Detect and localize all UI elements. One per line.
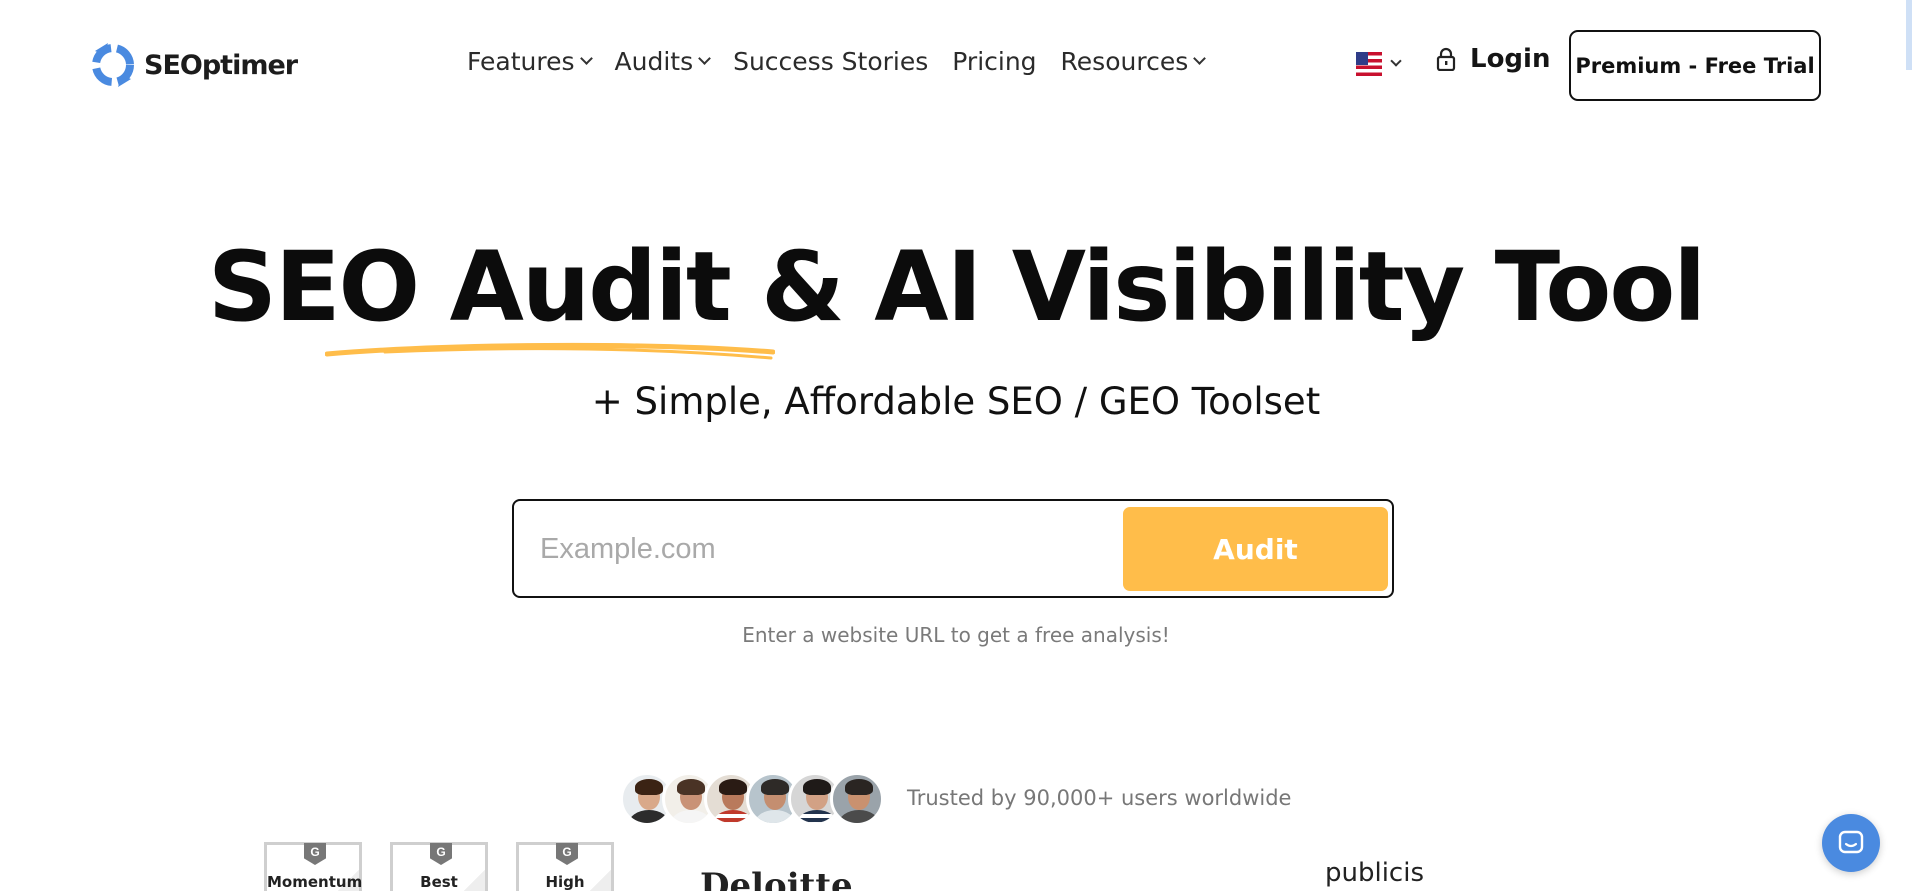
- hero-title: SEO Audit & AI Visibility Tool: [207, 231, 1706, 343]
- nav-features[interactable]: Features: [467, 47, 593, 76]
- nav-resources-label: Resources: [1060, 47, 1189, 76]
- trusted-users-text: Trusted by 90,000+ users worldwide: [907, 786, 1292, 810]
- client-logo-deloitte: Deloitte: [700, 866, 853, 891]
- chevron-down-icon: [698, 52, 711, 65]
- avatar: [830, 772, 884, 826]
- g2-badge-best: G Best: [390, 842, 488, 891]
- login-label: Login: [1470, 44, 1551, 74]
- top-navigation: SEOptimer Features Audits Success Storie…: [0, 0, 1912, 130]
- nav-resources[interactable]: Resources: [1060, 47, 1207, 76]
- gear-logo-icon: [92, 43, 134, 87]
- badge-label: High: [545, 873, 585, 891]
- premium-free-trial-button[interactable]: Premium - Free Trial: [1569, 30, 1821, 101]
- g2-icon: G: [304, 843, 326, 865]
- login-link[interactable]: Login: [1436, 44, 1550, 74]
- nav-features-label: Features: [467, 47, 575, 76]
- g2-badge-high: G High: [516, 842, 614, 891]
- g2-icon: G: [556, 843, 578, 865]
- chat-icon: [1838, 830, 1864, 854]
- badge-label: Best: [420, 873, 458, 891]
- scrollbar-edge: [1906, 0, 1912, 70]
- client-logos: Deloitte publicis: [700, 858, 1680, 891]
- nav-audits[interactable]: Audits: [614, 47, 711, 76]
- chevron-down-icon: [579, 52, 593, 65]
- seoptimer-logo[interactable]: SEOptimer: [86, 37, 298, 93]
- us-flag-icon: [1356, 52, 1382, 76]
- language-selector[interactable]: [1356, 52, 1402, 76]
- g2-icon: G: [430, 843, 452, 865]
- brand-name: SEOptimer: [144, 49, 298, 81]
- client-logo-publicis: publicis: [1325, 858, 1424, 888]
- nav-pricing-label: Pricing: [952, 47, 1037, 76]
- lock-icon: [1436, 47, 1456, 71]
- title-underline-decoration: [325, 342, 775, 360]
- nav-success-stories-label: Success Stories: [733, 47, 929, 76]
- chevron-down-icon: [1193, 52, 1207, 65]
- g2-badge-momentum: G Momentum: [264, 842, 362, 891]
- user-avatars: [620, 772, 890, 826]
- hero-subtitle: + Simple, Affordable SEO / GEO Toolset: [591, 380, 1321, 423]
- nav-pricing[interactable]: Pricing: [952, 47, 1036, 76]
- audit-search-form: Audit: [512, 499, 1394, 598]
- chat-launcher-button[interactable]: [1822, 814, 1880, 872]
- badge-label: Momentum: [267, 873, 363, 891]
- search-hint: Enter a website URL to get a free analys…: [742, 623, 1170, 647]
- chevron-down-icon: [1390, 55, 1402, 67]
- nav-success-stories[interactable]: Success Stories: [733, 47, 928, 76]
- nav-audits-label: Audits: [614, 47, 694, 76]
- audit-button[interactable]: Audit: [1123, 507, 1388, 591]
- website-url-input[interactable]: [540, 523, 1100, 575]
- main-menu: Features Audits Success Stories Pricing …: [467, 47, 1228, 76]
